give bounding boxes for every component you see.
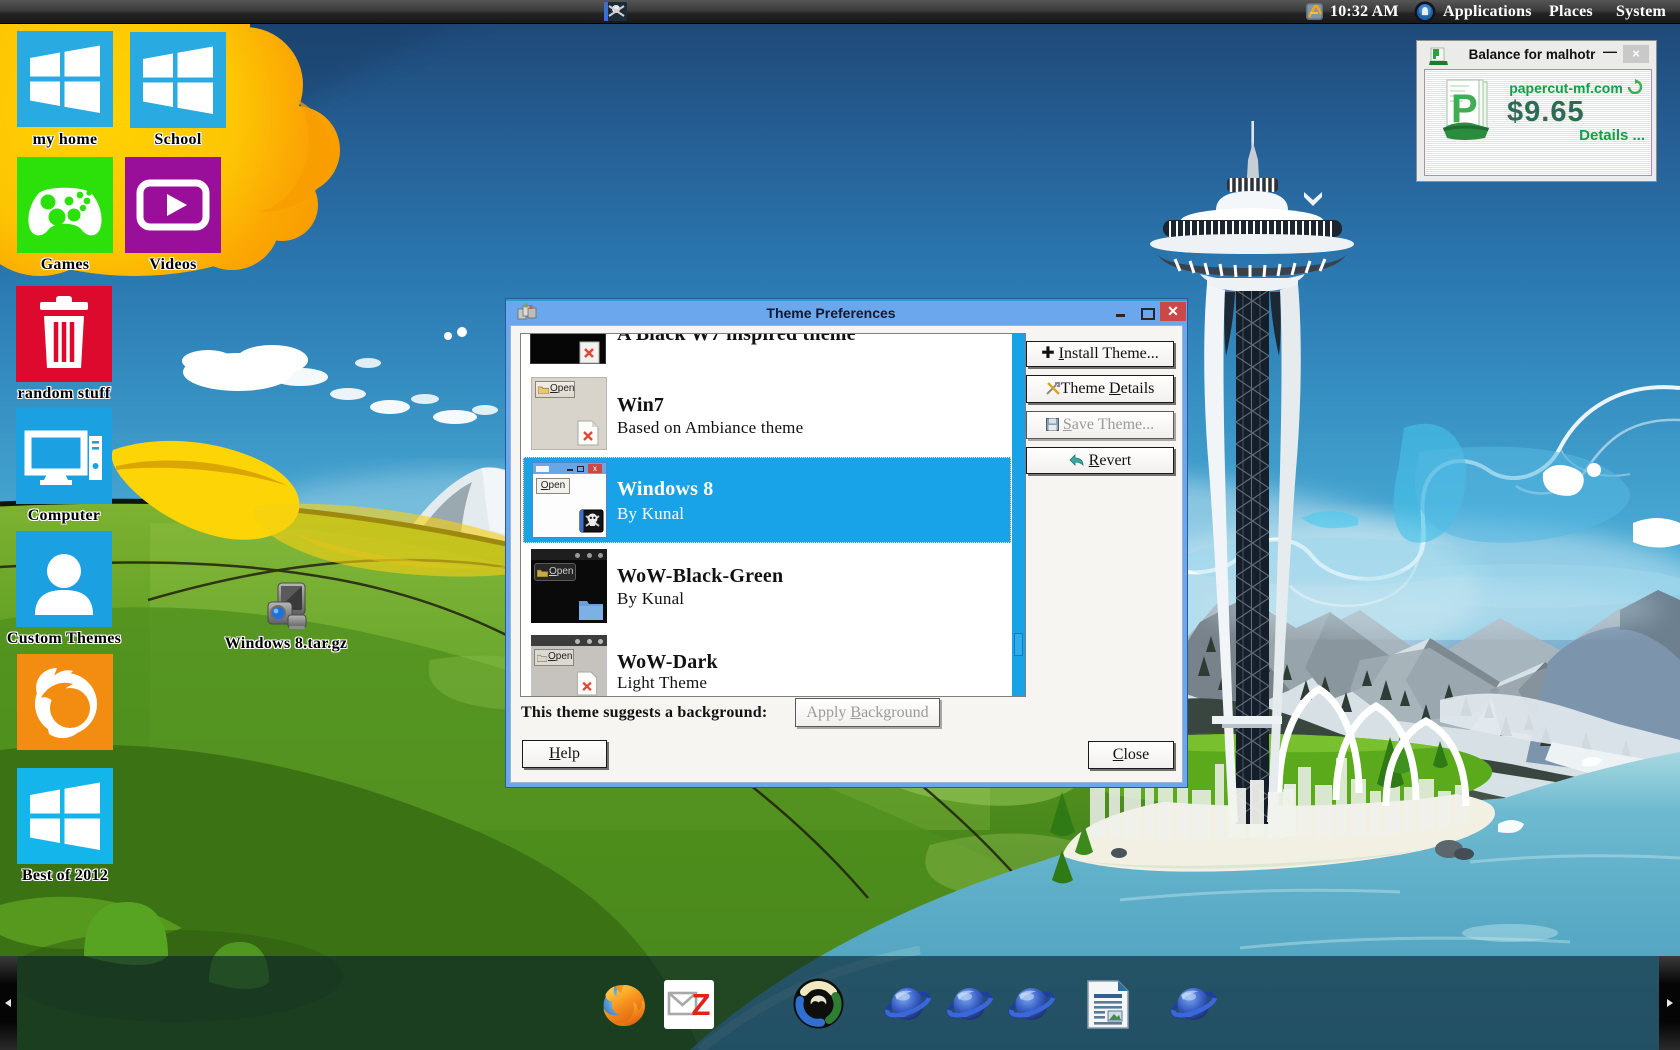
- svg-text:Z: Z: [692, 987, 711, 1022]
